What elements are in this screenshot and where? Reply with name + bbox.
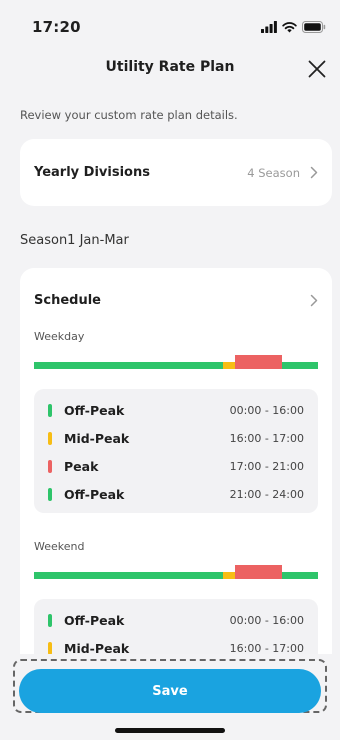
period-row: Mid-Peak 16:00 - 17:00 [48,424,304,452]
period-color-marker [48,487,52,501]
page-title: Utility Rate Plan [105,59,235,75]
period-color-marker [48,613,52,627]
period-row: Off-Peak 21:00 - 24:00 [48,480,304,508]
schedule-label: Schedule [34,292,101,308]
chevron-right-icon [310,294,318,306]
period-name: Off-Peak [64,402,125,418]
peak-segment [235,355,282,369]
schedule-card: Schedule Weekday Off-Peak 00:00 - 16:00 … [20,268,332,708]
yearly-divisions-row[interactable]: Yearly Divisions 4 Season [20,139,332,206]
schedule-row[interactable]: Schedule [34,288,318,312]
weekday-periods: Off-Peak 00:00 - 16:00 Mid-Peak 16:00 - … [34,389,318,513]
save-button[interactable]: Save [19,669,321,713]
mid-peak-segment [223,572,235,579]
period-time: 16:00 - 17:00 [229,641,304,655]
yearly-divisions-label: Yearly Divisions [34,165,150,180]
weekend-timeline [34,565,318,581]
yearly-divisions-right: 4 Season [247,166,318,180]
page-subtitle: Review your custom rate plan details. [20,108,238,122]
weekday-label: Weekday [34,330,85,343]
yearly-divisions-card[interactable]: Yearly Divisions 4 Season [20,139,332,206]
yearly-divisions-value: 4 Season [247,165,300,180]
period-time: 00:00 - 16:00 [229,613,304,627]
period-time: 16:00 - 17:00 [229,431,304,445]
period-color-marker [48,459,52,473]
nav-bar: Utility Rate Plan [0,50,340,90]
wifi-icon [282,22,297,33]
status-bar: 17:20 [0,0,340,44]
period-row: Peak 17:00 - 21:00 [48,452,304,480]
period-name: Off-Peak [64,486,125,502]
period-color-marker [48,403,52,417]
period-time: 00:00 - 16:00 [229,403,304,417]
mid-peak-segment [223,362,235,369]
close-icon [308,60,326,78]
period-time: 17:00 - 21:00 [229,459,304,473]
period-name: Off-Peak [64,612,125,628]
home-indicator [115,728,225,733]
close-button[interactable] [302,54,332,84]
period-color-marker [48,431,52,445]
chevron-right-icon [310,166,318,179]
season-title: Season1 Jan-Mar [20,233,129,248]
period-name: Mid-Peak [64,430,130,446]
status-icons [261,20,326,34]
period-name: Peak [64,458,99,474]
period-row: Off-Peak 00:00 - 16:00 [48,396,304,424]
peak-segment [235,565,282,579]
signal-icon [261,21,277,33]
weekday-timeline [34,355,318,371]
period-row: Off-Peak 00:00 - 16:00 [48,606,304,634]
battery-icon [302,21,326,33]
period-time: 21:00 - 24:00 [229,487,304,501]
status-time: 17:20 [32,18,81,36]
weekend-label: Weekend [34,540,85,553]
period-color-marker [48,641,52,655]
